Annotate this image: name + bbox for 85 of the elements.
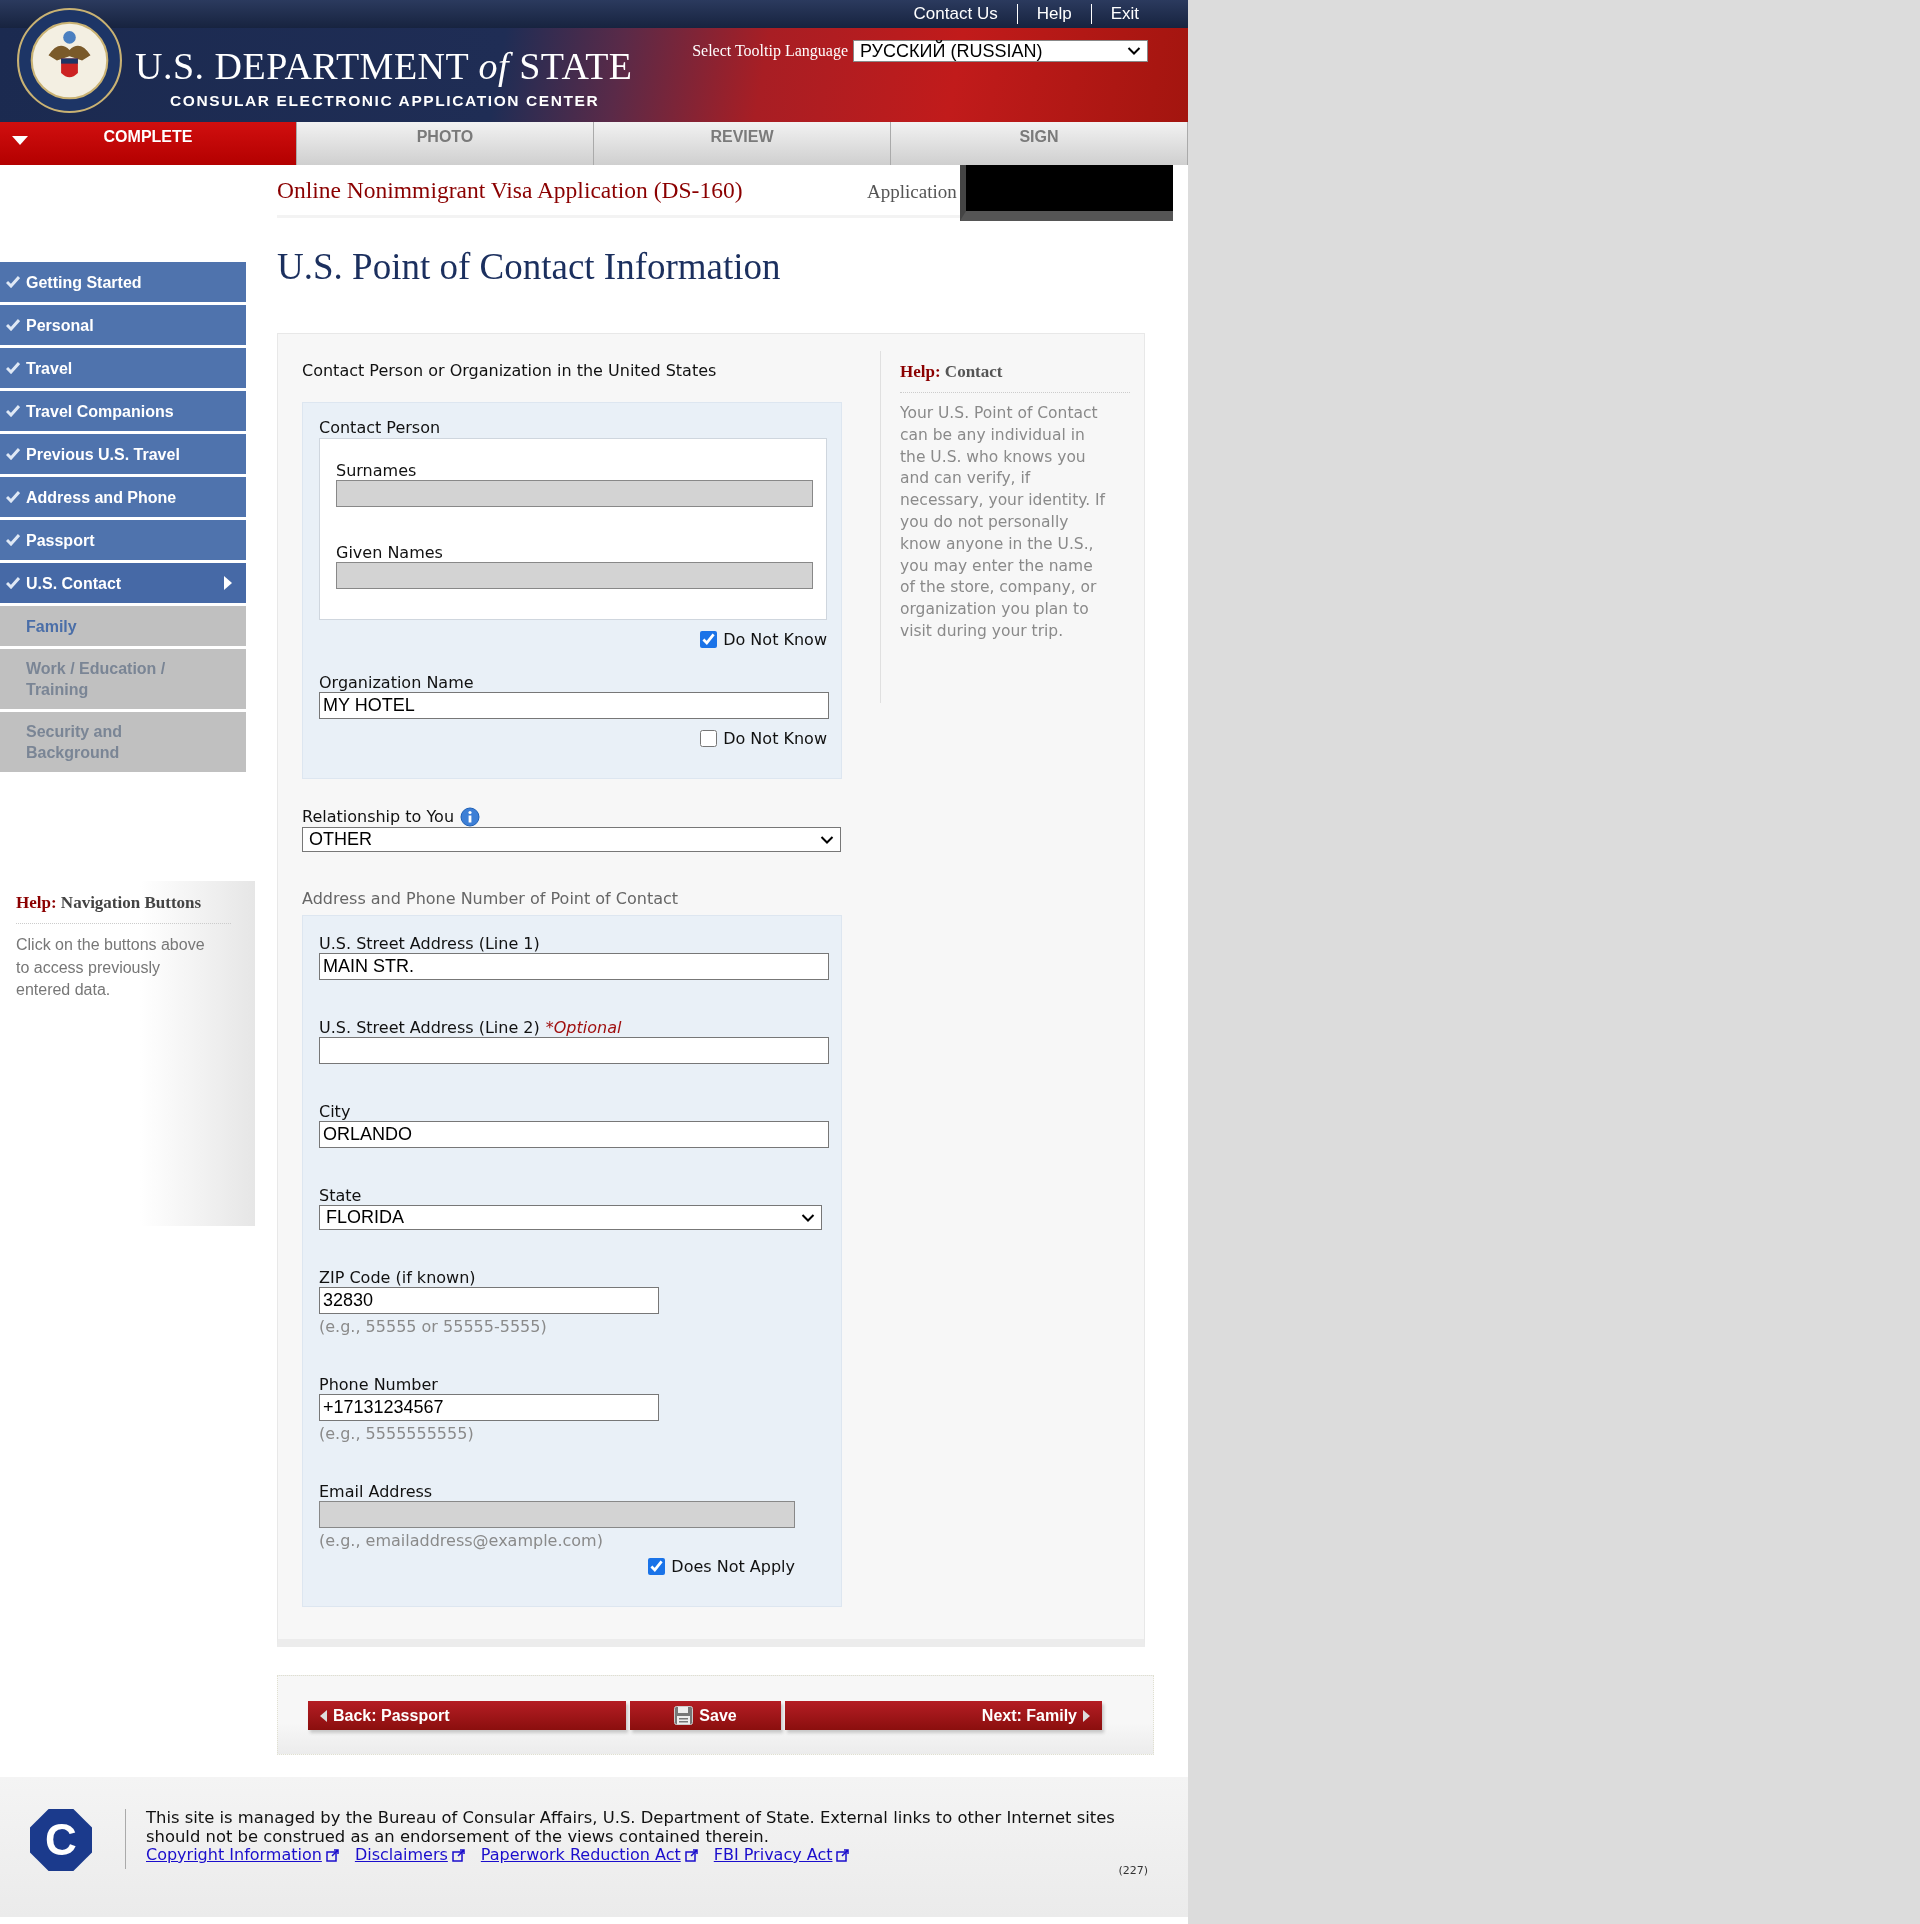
- hint-text: (e.g., 55555 or 55555-5555): [319, 1317, 547, 1337]
- sidebar-item[interactable]: Previous U.S. Travel: [0, 434, 246, 474]
- sidebar-item[interactable]: U.S. Contact: [0, 563, 246, 603]
- field-label: Relationship to You: [302, 808, 455, 826]
- check-icon: [6, 577, 20, 589]
- sidebar-item[interactable]: Getting Started: [0, 262, 246, 302]
- help-title: Help: Navigation Buttons: [16, 893, 231, 924]
- footer-link[interactable]: Disclaimers: [354, 1846, 448, 1864]
- field-label: City: [319, 1103, 351, 1121]
- field-label: U.S. Street Address (Line 2): [319, 1019, 540, 1037]
- checkbox[interactable]: [700, 730, 718, 747]
- input-field[interactable]: ORLANDO: [319, 1121, 829, 1148]
- chevron-icon: [820, 834, 834, 845]
- input-field[interactable]: MY HOTEL: [319, 692, 829, 719]
- language-dropdown[interactable]: РУССКИЙ (RUSSIAN): [853, 40, 1148, 62]
- top-link[interactable]: Help: [1016, 4, 1091, 24]
- footer-link[interactable]: Paperwork Reduction Act: [480, 1846, 681, 1864]
- site-subtitle: CONSULAR ELECTRONIC APPLICATION CENTER: [170, 92, 600, 110]
- field-label: Contact Person: [319, 419, 441, 437]
- field-label: Surnames: [336, 462, 417, 480]
- check-icon: [6, 276, 20, 288]
- check-icon: [6, 319, 20, 331]
- application-label: Application: [867, 181, 958, 203]
- help-text: Your U.S. Point of Contact can be any individual in the U.S. who knows you and can verify, if necessary, your identity. If you do not personally know anyone in the U.S., you may enter the name of the store, company, or organization you plan to visit during your trip.: [900, 403, 1107, 642]
- footer-text: This site is managed by the Bureau of Consular Affairs, U.S. Department of State. External links to other Internet sites should not be construed as an endorsement of the views contained therein.: [146, 1809, 1116, 1846]
- section-title: Address and Phone Number of Point of Contact: [302, 889, 679, 909]
- hint-text: (e.g., 5555555555): [319, 1424, 474, 1444]
- consular-logo: C: [30, 1809, 92, 1871]
- dropdown[interactable]: OTHER: [302, 827, 841, 852]
- sidebar-item[interactable]: Travel Companions: [0, 391, 246, 431]
- external-link-icon: [325, 1848, 339, 1862]
- field-label: Organization Name: [319, 674, 474, 692]
- help-title: Help: Contact: [900, 351, 1130, 393]
- language-label: Select Tooltip Language: [692, 42, 848, 60]
- field-label: ZIP Code (if known): [319, 1269, 476, 1287]
- step-tab[interactable]: COMPLETE: [0, 122, 297, 165]
- dropdown[interactable]: FLORIDA: [319, 1205, 822, 1230]
- hint-text: (e.g., emailaddress@example.com): [319, 1531, 603, 1551]
- page-heading: U.S. Point of Contact Information: [277, 245, 781, 289]
- field-label: U.S. Street Address (Line 1): [319, 935, 540, 953]
- checkbox-label: Do Not Know: [723, 630, 827, 649]
- chevron-icon: [801, 1212, 815, 1223]
- nav-button[interactable]: Save: [630, 1701, 781, 1730]
- caret-right-icon: [1083, 1709, 1090, 1722]
- top-link[interactable]: Exit: [1090, 4, 1158, 24]
- external-link-icon: [684, 1848, 698, 1862]
- field-label: Phone Number: [319, 1376, 438, 1394]
- field-label: State: [319, 1187, 362, 1205]
- field-label: Email Address: [319, 1483, 433, 1501]
- optional-note: *Optional: [545, 1018, 622, 1037]
- check-icon: [6, 405, 20, 417]
- sidebar-item[interactable]: Personal: [0, 305, 246, 345]
- input-field[interactable]: MAIN STR.: [319, 953, 829, 980]
- checkbox-label: Does Not Apply: [671, 1557, 795, 1576]
- caret-left-icon: [320, 1709, 327, 1722]
- check-icon: [6, 448, 20, 460]
- input-field[interactable]: 32830: [319, 1287, 659, 1314]
- chevron-icon: [1127, 46, 1141, 56]
- input-field[interactable]: [319, 1037, 829, 1064]
- check-icon: [6, 534, 20, 546]
- checkbox-label: Do Not Know: [723, 729, 827, 748]
- external-link-icon: [451, 1848, 465, 1862]
- section-title: Contact Person or Organization in the United States: [302, 361, 717, 381]
- page-code: (227): [1118, 1864, 1148, 1877]
- footer-link[interactable]: FBI Privacy Act: [713, 1846, 833, 1864]
- external-link-icon: [836, 1848, 850, 1862]
- nav-button[interactable]: Back: Passport: [308, 1701, 626, 1730]
- field-label: Given Names: [336, 544, 443, 562]
- footer-link[interactable]: Copyright Information: [146, 1846, 322, 1864]
- sidebar-item[interactable]: Address and Phone: [0, 477, 246, 517]
- nav-button[interactable]: Next: Family: [785, 1701, 1102, 1730]
- check-icon: [6, 491, 20, 503]
- sidebar-item[interactable]: Travel: [0, 348, 246, 388]
- input-field[interactable]: +17131234567: [319, 1394, 659, 1421]
- caret-down-icon: [12, 136, 28, 145]
- top-link[interactable]: Contact Us: [894, 4, 1017, 24]
- checkbox[interactable]: [700, 631, 718, 648]
- help-text: Click on the buttons above to access previously entered data.: [16, 935, 206, 1000]
- info-icon: [460, 807, 481, 827]
- seal-icon: [17, 8, 122, 113]
- sidebar-item[interactable]: Passport: [0, 520, 246, 560]
- check-icon: [6, 362, 20, 374]
- caret-right-icon: [224, 576, 232, 590]
- application-title: Online Nonimmigrant Visa Application (DS-160): [277, 176, 744, 204]
- site-title: U.S. DEPARTMENT of STATE: [135, 46, 633, 86]
